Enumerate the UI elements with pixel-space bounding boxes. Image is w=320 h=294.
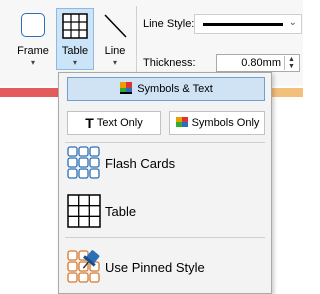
ribbon-separator (136, 6, 137, 78)
frame-tool-label: Frame (17, 45, 49, 57)
menu-item-flash-cards[interactable]: Flash Cards (63, 145, 267, 181)
symbols-only-label: Symbols Only (191, 117, 260, 129)
thickness-value: 0.80mm (241, 57, 281, 69)
symbols-only-button[interactable]: Symbols Only (169, 111, 265, 135)
symbols-only-icon (175, 116, 189, 131)
chevron-down-icon: ⌄ (288, 17, 297, 28)
spin-down-icon[interactable]: ▼ (285, 63, 298, 70)
line-icon (102, 13, 128, 42)
thickness-label: Thickness: (143, 57, 196, 69)
line-style-dropdown[interactable]: ⌄ (194, 14, 302, 34)
frame-tool-button[interactable]: Frame ▾ (14, 8, 52, 70)
pinned-style-icon (65, 249, 103, 285)
line-tool-label: Line (104, 45, 126, 57)
chevron-down-icon: ▾ (112, 58, 117, 67)
table-style-menu: Symbols & Text T Text Only Symbols Only (58, 72, 272, 294)
use-pinned-style-label: Use Pinned Style (105, 259, 205, 275)
table-tool-label: Table (61, 45, 89, 57)
menu-separator (65, 237, 265, 238)
text-only-button[interactable]: T Text Only (67, 111, 161, 135)
table-label: Table (105, 203, 137, 219)
flash-cards-label: Flash Cards (105, 155, 176, 171)
line-style-label: Line Style: (143, 18, 195, 30)
thickness-spinner[interactable]: ▲ ▼ (284, 56, 298, 70)
line-style-preview (203, 23, 283, 26)
chevron-down-icon: ▾ (72, 58, 77, 67)
chevron-down-icon: ▾ (30, 58, 35, 67)
menu-item-table[interactable]: Table (63, 193, 267, 229)
menu-item-use-pinned-style[interactable]: Use Pinned Style (63, 249, 267, 285)
table-grid-icon (65, 193, 103, 229)
spin-up-icon[interactable]: ▲ (285, 56, 298, 63)
symbols-text-icon (119, 81, 133, 98)
symbols-and-text-label: Symbols & Text (137, 83, 213, 95)
menu-separator (65, 142, 265, 143)
symbols-and-text-button[interactable]: Symbols & Text (67, 77, 265, 101)
table-tool-button[interactable]: Table ▾ (56, 8, 94, 70)
flash-cards-icon (65, 145, 103, 181)
text-only-label: Text Only (96, 117, 143, 129)
frame-icon (21, 13, 45, 37)
thickness-input[interactable]: 0.80mm ▲ ▼ (216, 54, 300, 72)
line-tool-button[interactable]: Line ▾ (96, 8, 134, 70)
canvas-red-band (0, 88, 62, 97)
canvas-orange-band (272, 88, 303, 97)
text-t-icon: T (85, 115, 94, 131)
table-icon (62, 13, 88, 42)
